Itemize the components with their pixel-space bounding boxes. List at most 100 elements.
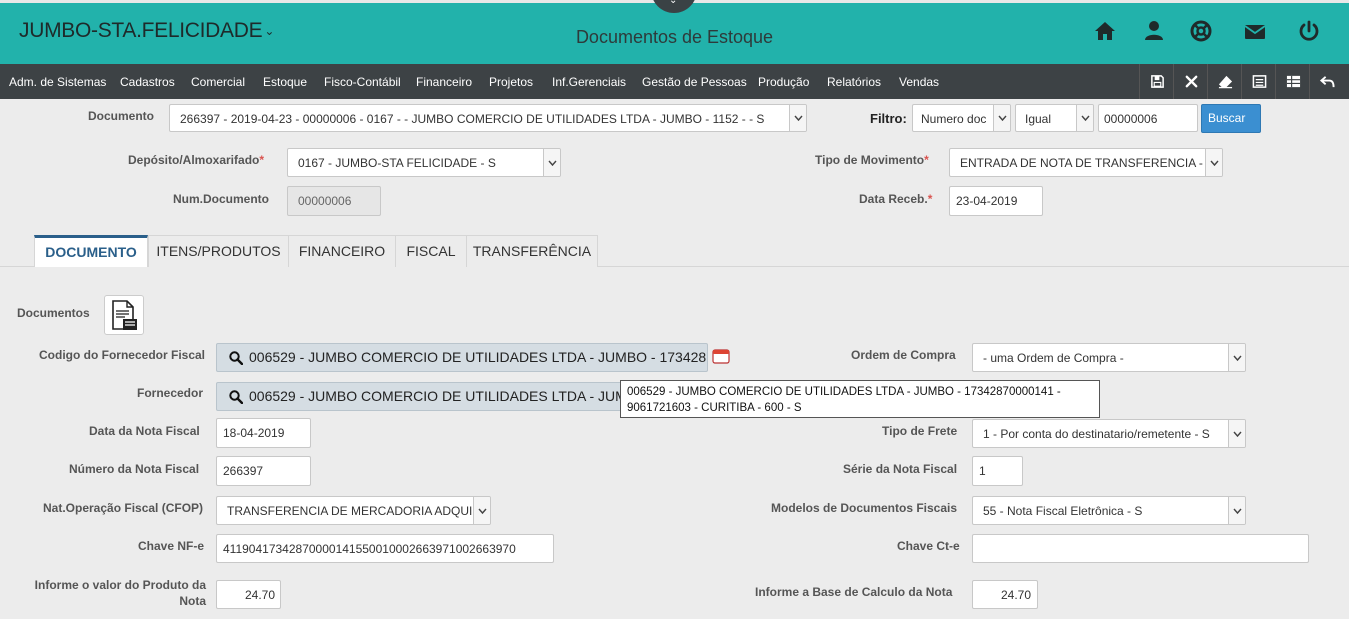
tooltip-line-2: 9061721603 - CURITIBA - 600 - S (627, 402, 802, 414)
valor-produto-label: Informe o valor do Produto da Nota (25, 577, 206, 609)
back-button[interactable] (1309, 64, 1343, 99)
data-nf-input[interactable]: 18-04-2019 (216, 418, 311, 448)
tipo-frete-select[interactable]: 1 - Por conta do destinatario/remetente … (972, 419, 1246, 448)
list-button[interactable] (1241, 64, 1275, 99)
tipo-movimento-select[interactable]: ENTRADA DE NOTA DE TRANSFERENCIA - 02 (949, 148, 1223, 177)
ordem-compra-select[interactable]: - uma Ordem de Compra - (972, 343, 1246, 372)
save-button[interactable] (1139, 64, 1173, 99)
filtro-field-select[interactable]: Numero doc (912, 104, 1011, 132)
required-mark: * (924, 153, 929, 167)
menu-item-financeiro[interactable]: Financeiro (416, 75, 472, 89)
menu-item-comercial[interactable]: Comercial (191, 75, 245, 89)
menu-item-adm-sistemas[interactable]: Adm. de Sistemas (9, 75, 106, 89)
grid-button[interactable] (1275, 64, 1309, 99)
base-calculo-input[interactable]: 24.70 (972, 580, 1038, 609)
list-icon (1252, 75, 1267, 88)
buscar-button[interactable]: Buscar (1201, 104, 1261, 133)
search-icon (229, 351, 243, 365)
menu-item-vendas[interactable]: Vendas (899, 75, 939, 89)
home-icon[interactable] (1093, 19, 1117, 43)
chave-nfe-label: Chave NF-e (138, 539, 205, 553)
chevron-down-icon (1205, 149, 1222, 176)
top-header: ⌄ JUMBO-STA.FELICIDADE ⌄ Documentos de Es… (0, 0, 1349, 64)
menu-item-inf-gerenciais[interactable]: Inf.Gerenciais (552, 75, 626, 89)
cfop-select[interactable]: TRANSFERENCIA DE MERCADORIA ADQUIRI (216, 496, 491, 525)
valor-produto-input[interactable]: 24.70 (216, 580, 281, 609)
documento-selected-value: 266397 - 2019-04-23 - 00000006 - 0167 - … (180, 112, 765, 126)
tipo-movimento-label: Tipo de Movimento* (815, 153, 929, 167)
menu-item-producao[interactable]: Produção (758, 75, 809, 89)
required-mark: * (259, 153, 265, 167)
tab-itens-produtos[interactable]: ITENS/PRODUTOS (148, 235, 289, 267)
tab-financeiro[interactable]: FINANCEIRO (288, 235, 396, 267)
serie-nf-label: Série da Nota Fiscal (843, 462, 958, 476)
chevron-down-icon (543, 149, 560, 176)
fornecedor-lookup[interactable]: 006529 - JUMBO COMERCIO DE UTILIDADES LT… (216, 382, 626, 411)
chevron-down-icon (789, 105, 806, 131)
tipo-frete-label: Tipo de Frete (882, 424, 958, 438)
base-calculo-label: Informe a Base de Calculo da Nota (755, 585, 953, 599)
menu-item-estoque[interactable]: Estoque (263, 75, 307, 89)
num-documento-input[interactable]: 00000006 (287, 186, 381, 216)
chevron-down-icon (1228, 420, 1245, 447)
serie-nf-input[interactable]: 1 (972, 456, 1023, 486)
filtro-field-value: Numero doc (921, 112, 987, 126)
documento-select[interactable]: 266397 - 2019-04-23 - 00000006 - 0167 - … (169, 104, 807, 132)
cod-fornecedor-label: Codigo do Fornecedor Fiscal (39, 348, 206, 362)
data-receb-input[interactable]: 23-04-2019 (949, 186, 1043, 216)
power-icon[interactable] (1297, 19, 1321, 43)
filtro-operator-select[interactable]: Igual (1015, 104, 1094, 132)
document-icon (112, 300, 137, 330)
chave-nfe-input[interactable]: 4119041734287000014155001000266397100266… (216, 534, 554, 563)
eraser-icon (1218, 75, 1233, 89)
mail-icon[interactable] (1243, 19, 1267, 43)
filtro-label: Filtro: (870, 111, 907, 126)
support-icon[interactable] (1189, 19, 1213, 43)
modelos-documentos-label: Modelos de Documentos Fiscais (771, 501, 958, 515)
menu-item-projetos[interactable]: Projetos (489, 75, 533, 89)
tipo-movimento-selected-value: ENTRADA DE NOTA DE TRANSFERENCIA - 02 (960, 156, 1220, 170)
cfop-label: Nat.Operação Fiscal (CFOP) (43, 501, 204, 515)
clear-button[interactable] (1207, 64, 1241, 99)
deposito-select[interactable]: 0167 - JUMBO-STA FELICIDADE - S (287, 148, 561, 177)
chevron-down-icon (993, 105, 1010, 131)
data-receb-label: Data Receb.* (859, 192, 932, 206)
numero-nf-label: Número da Nota Fiscal (69, 462, 200, 476)
menu-item-relatorios[interactable]: Relatórios (827, 75, 881, 89)
tab-documento[interactable]: DOCUMENTO (34, 235, 148, 267)
data-nf-label: Data da Nota Fiscal (89, 424, 200, 438)
menu-item-cadastros[interactable]: Cadastros (120, 75, 175, 89)
cod-fornecedor-lookup[interactable]: 006529 - JUMBO COMERCIO DE UTILIDADES LT… (216, 343, 708, 372)
collapse-header-button[interactable]: ⌄ (651, 0, 697, 13)
tooltip-line-1: 006529 - JUMBO COMERCIO DE UTILIDADES LT… (627, 386, 1061, 398)
documents-button[interactable] (104, 295, 144, 335)
chave-cte-input[interactable] (972, 534, 1309, 563)
fornecedor-tooltip: 006529 - JUMBO COMERCIO DE UTILIDADES LT… (620, 380, 1100, 418)
close-button[interactable] (1173, 64, 1207, 99)
user-icon[interactable] (1142, 19, 1166, 43)
modelos-documentos-select[interactable]: 55 - Nota Fiscal Eletrônica - S (972, 496, 1246, 525)
menu-item-fisco-contabil[interactable]: Fisco-Contábil (324, 75, 401, 89)
chevron-down-icon (473, 497, 490, 524)
fornecedor-value: 006529 - JUMBO COMERCIO DE UTILIDADES LT… (249, 388, 626, 404)
menu-item-gestao-pessoas[interactable]: Gestão de Pessoas (642, 75, 747, 89)
chevron-down-icon (1228, 344, 1245, 371)
calendar-icon[interactable] (712, 348, 730, 364)
num-documento-label: Num.Documento (173, 192, 269, 206)
documentos-label: Documentos (17, 306, 90, 320)
filtro-value-input[interactable]: 00000006 (1098, 104, 1198, 132)
data-receb-label-text: Data Receb. (859, 192, 928, 206)
close-icon (1185, 75, 1198, 88)
ordem-compra-label: Ordem de Compra (851, 348, 956, 362)
deposito-selected-value: 0167 - JUMBO-STA FELICIDADE - S (298, 156, 496, 170)
filtro-operator-value: Igual (1025, 112, 1052, 126)
modelos-documentos-selected-value: 55 - Nota Fiscal Eletrônica - S (983, 504, 1143, 518)
chevron-down-icon (1076, 105, 1093, 131)
deposito-label: Depósito/Almoxarifado* (128, 153, 264, 167)
valor-produto-label-line-2: Nota (179, 594, 206, 608)
numero-nf-input[interactable]: 266397 (216, 456, 311, 486)
tab-transferencia[interactable]: TRANSFERÊNCIA (466, 235, 598, 267)
cod-fornecedor-value: 006529 - JUMBO COMERCIO DE UTILIDADES LT… (249, 349, 708, 365)
chevron-down-icon (1228, 497, 1245, 524)
tab-fiscal[interactable]: FISCAL (395, 235, 467, 267)
